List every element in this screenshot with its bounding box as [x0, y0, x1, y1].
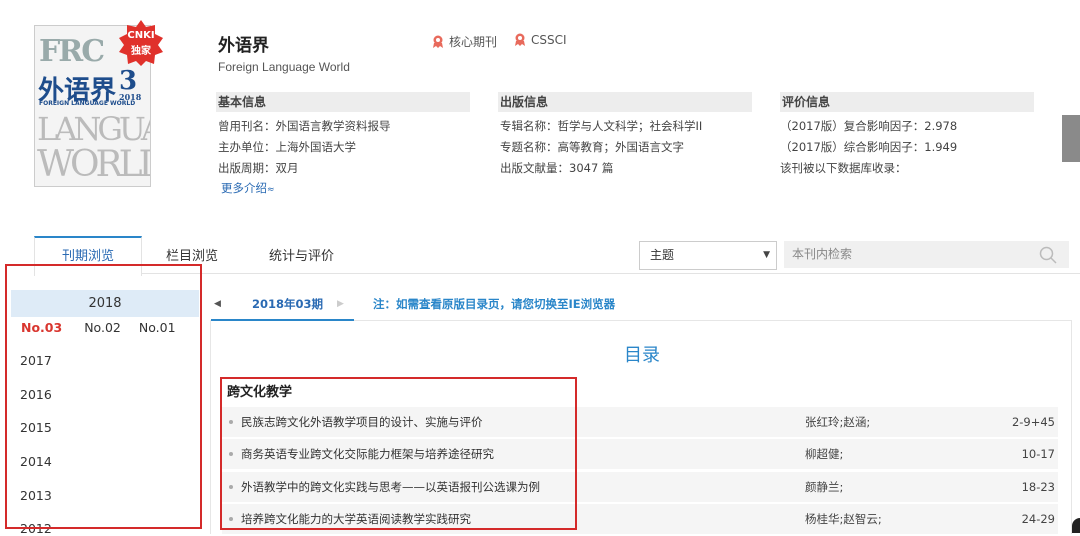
- core-journal-label: 核心期刊: [449, 35, 498, 49]
- topic-name: 专题名称：高等教育；外国语言文字: [500, 140, 684, 154]
- article-pages: 10-17: [1021, 447, 1055, 461]
- cover-top-text: FRC: [39, 34, 105, 69]
- award-icon: [515, 33, 525, 46]
- sponsor: 主办单位：上海外国语大学: [218, 140, 356, 154]
- badge-line-1: CNKI: [127, 30, 155, 41]
- tab-statistics[interactable]: 统计与评价: [269, 245, 334, 264]
- badge-line-2: 独家: [131, 46, 151, 57]
- current-issue-label: 2018年03期: [252, 297, 324, 311]
- in-journal-search-input[interactable]: 本刊内检索: [784, 241, 1069, 268]
- toc-title: 目录: [624, 345, 660, 366]
- article-pages: 24-29: [1021, 512, 1055, 526]
- tab-column-browse[interactable]: 栏目浏览: [166, 245, 218, 264]
- article-authors[interactable]: 杨桂华;赵智云;: [805, 504, 882, 534]
- prev-arrow-icon[interactable]: ◀: [214, 299, 221, 309]
- evaluation-info-header: 评价信息: [780, 92, 1034, 112]
- evaluation-info-section: 评价信息 （2017版）复合影响因子：2.978 （2017版）综合影响因子：1…: [780, 92, 1034, 179]
- article-authors[interactable]: 张红玲;赵涵;: [805, 407, 870, 437]
- article-pages: 2-9+45: [1011, 415, 1055, 429]
- award-icon: [433, 35, 443, 48]
- album-name: 专辑名称：哲学与人文科学；社会科学II: [500, 119, 703, 133]
- chevron-down-icon: ▼: [763, 250, 770, 260]
- search-field-value: 主题: [650, 248, 675, 262]
- journal-english-title: Foreign Language World: [218, 60, 350, 74]
- cnki-exclusive-badge: CNKI 独家: [118, 20, 164, 66]
- cover-big-text-2: WORLD: [37, 144, 151, 185]
- comprehensive-impact-factor: （2017版）综合影响因子：1.949: [780, 140, 958, 154]
- publication-cycle: 出版周期：双月: [218, 161, 299, 175]
- article-pages: 18-23: [1021, 480, 1055, 494]
- former-name: 曾用刊名：外国语言教学资料报导: [218, 119, 391, 133]
- basic-info-header: 基本信息: [216, 92, 470, 112]
- next-arrow-icon[interactable]: ▶: [337, 299, 344, 309]
- expand-icon[interactable]: ≈: [267, 185, 275, 195]
- search-field-select[interactable]: 主题 ▼: [639, 241, 777, 270]
- document-count: 出版文献量：3047 篇: [500, 161, 614, 175]
- ie-browser-note: 注：如需查看原版目录页，请您切换至IE浏览器: [373, 297, 616, 311]
- search-placeholder: 本刊内检索: [792, 247, 853, 261]
- highlight-box-section: [220, 377, 577, 530]
- publication-info-header: 出版信息: [498, 92, 752, 112]
- core-journal-tag: 核心期刊: [432, 33, 497, 50]
- composite-impact-factor: （2017版）复合影响因子：2.978: [780, 119, 958, 133]
- article-authors[interactable]: 柳超健;: [805, 439, 843, 469]
- cover-subtitle: FOREIGN LANGUAGE WORLD: [39, 100, 136, 107]
- search-icon[interactable]: [1039, 246, 1057, 264]
- side-scroll-button[interactable]: [1062, 115, 1080, 162]
- cssci-tag: CSSCI: [514, 33, 567, 47]
- indexed-databases: 该刊被以下数据库收录：: [780, 161, 907, 175]
- cssci-label: CSSCI: [531, 33, 567, 47]
- highlight-box-years: [5, 264, 202, 529]
- publication-info-section: 出版信息 专辑名称：哲学与人文科学；社会科学II 专题名称：高等教育；外国语言文…: [498, 92, 752, 179]
- cover-big-text-1: LANGUAGE: [37, 110, 150, 148]
- article-authors[interactable]: 颜静兰;: [805, 472, 843, 502]
- journal-title: 外语界: [218, 36, 269, 56]
- corner-widget: [1072, 518, 1080, 533]
- issue-selector-tab[interactable]: ◀ 2018年03期 ▶: [211, 291, 354, 321]
- more-intro-link[interactable]: 更多介绍: [221, 181, 267, 195]
- basic-info-section: 基本信息 曾用刊名：外国语言教学资料报导 主办单位：上海外国语大学 出版周期：双…: [216, 92, 470, 197]
